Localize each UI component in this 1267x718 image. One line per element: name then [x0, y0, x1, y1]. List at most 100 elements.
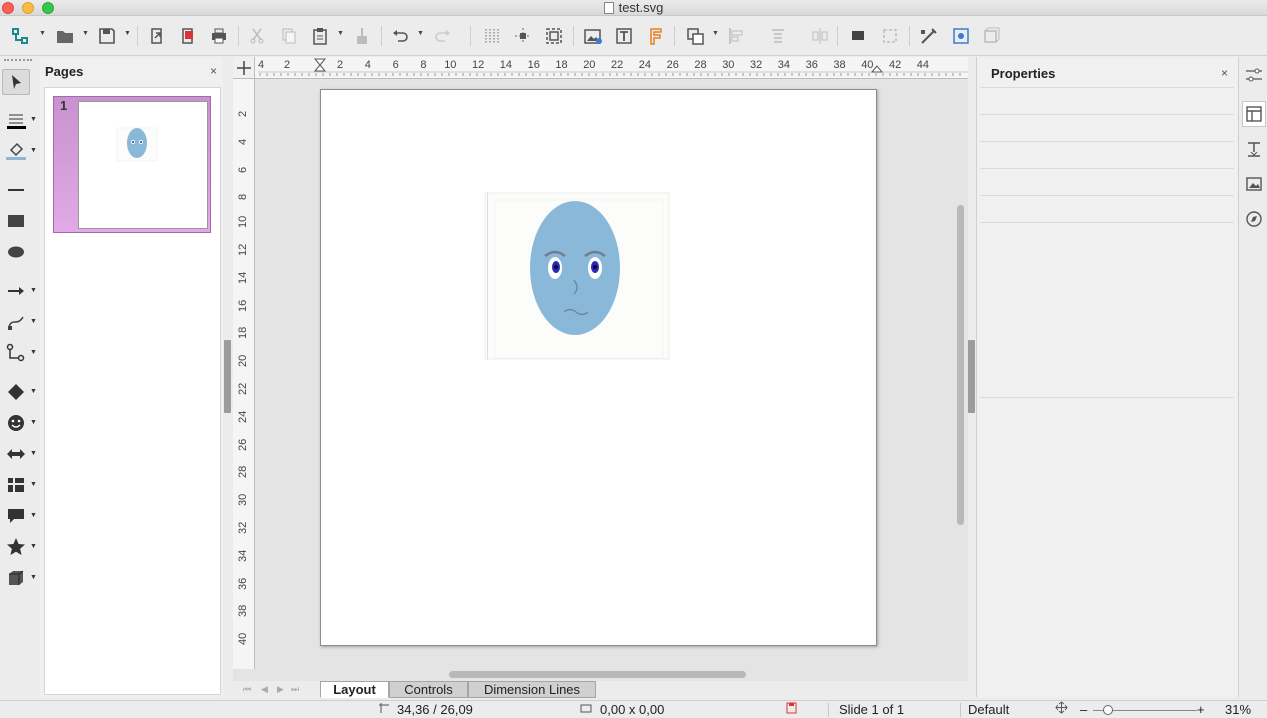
ruler-label: 8: [420, 59, 427, 71]
ruler-label: 28: [237, 466, 249, 479]
connector-icon[interactable]: [2, 340, 30, 366]
pages-panel: Pages × 1: [40, 57, 223, 697]
ruler-label: 20: [237, 354, 249, 368]
chevron-down-icon[interactable]: ▼: [712, 30, 720, 40]
export-icon[interactable]: [145, 24, 169, 48]
zoom-level[interactable]: 31%: [1225, 701, 1251, 718]
cursor-position: 34,36 / 26,09: [397, 702, 473, 717]
ruler-label: 42: [889, 59, 902, 71]
export-pdf-icon[interactable]: [176, 24, 200, 48]
flowchart-icon[interactable]: [2, 472, 30, 498]
print-icon[interactable]: [207, 24, 231, 48]
tab-controls[interactable]: Controls: [389, 681, 468, 698]
slide-thumbnail[interactable]: 1: [53, 96, 211, 233]
ruler-label: 16: [237, 299, 249, 312]
prev-tab-icon[interactable]: ◀: [261, 684, 268, 695]
zoom-slider-knob[interactable]: [1103, 705, 1113, 715]
sidebar-settings-icon[interactable]: [1242, 62, 1266, 88]
line-icon[interactable]: [2, 177, 30, 203]
undo-icon[interactable]: [388, 24, 412, 48]
zoom-in-button[interactable]: +: [1197, 701, 1205, 718]
ellipse-icon[interactable]: [2, 239, 30, 265]
chevron-down-icon[interactable]: ▼: [124, 30, 132, 40]
next-tab-icon[interactable]: ▶: [277, 684, 284, 695]
thumbnail-face-drawing: [116, 127, 158, 162]
shape-select-icon[interactable]: [8, 24, 32, 48]
properties-section[interactable]: [980, 87, 1234, 114]
chevron-down-icon[interactable]: ▼: [82, 30, 90, 40]
zoom-pan-icon[interactable]: [542, 24, 566, 48]
ruler-label: 4: [364, 59, 371, 71]
ruler-label: 8: [237, 194, 249, 201]
glue-points-icon[interactable]: [949, 24, 973, 48]
symbol-shapes-icon[interactable]: [2, 410, 30, 436]
chevron-down-icon[interactable]: ▼: [337, 30, 345, 40]
insert-textbox-icon[interactable]: [612, 24, 636, 48]
toggle-extrusion-icon: [980, 24, 1004, 48]
size-icon: [580, 701, 592, 718]
save-icon[interactable]: [95, 24, 119, 48]
slide-indicator: Slide 1 of 1: [839, 702, 905, 717]
ruler-label: 6: [237, 166, 249, 173]
properties-panel-close-icon[interactable]: ×: [1221, 66, 1228, 80]
left-panel-collapse-handle[interactable]: [224, 340, 231, 413]
ruler-label: 24: [638, 59, 652, 71]
properties-panel: Properties ×: [976, 57, 1238, 697]
open-icon[interactable]: [53, 24, 77, 48]
ruler-label: 40: [237, 632, 249, 646]
shadow-icon[interactable]: [846, 24, 870, 48]
navigator-deck-icon[interactable]: [1242, 206, 1266, 232]
copy-icon: [277, 24, 301, 48]
arrow-line-icon[interactable]: [2, 278, 30, 304]
insert-image-icon[interactable]: [581, 24, 605, 48]
block-arrows-icon[interactable]: [2, 441, 30, 467]
properties-section[interactable]: [980, 114, 1234, 141]
properties-section[interactable]: [980, 168, 1234, 195]
stars-icon[interactable]: [2, 534, 30, 560]
tab-dimension-lines[interactable]: Dimension Lines: [468, 681, 596, 698]
properties-deck-icon[interactable]: [1242, 101, 1266, 127]
drawing-canvas[interactable]: 4 2 2 4 6 8 10 12 14 16 18 20 22 24 26 28 30 32 34 36 38 40 42…: [233, 57, 968, 683]
ruler-label: 32: [237, 521, 249, 534]
grid-icon[interactable]: [480, 24, 504, 48]
styles-deck-icon[interactable]: [1242, 136, 1266, 162]
fontwork-icon[interactable]: [643, 24, 667, 48]
master-page-name[interactable]: Default: [968, 701, 1009, 718]
pages-panel-close-icon[interactable]: ×: [210, 64, 217, 78]
horizontal-ruler[interactable]: 4 2 2 4 6 8 10 12 14 16 18 20 22 24 26 28 30 32 34 36 38 40 42…: [255, 57, 968, 79]
callouts-icon[interactable]: [2, 503, 30, 529]
properties-section[interactable]: [980, 195, 1234, 222]
zoom-out-button[interactable]: –: [1080, 701, 1087, 718]
tab-layout[interactable]: Layout: [320, 681, 389, 698]
last-tab-icon[interactable]: ⏭: [291, 684, 299, 695]
select-icon[interactable]: [2, 69, 30, 95]
document-modified-icon[interactable]: [786, 701, 797, 718]
properties-section[interactable]: [980, 222, 1234, 397]
snap-guides-icon[interactable]: [511, 24, 535, 48]
curve-icon[interactable]: [2, 309, 30, 335]
points-icon[interactable]: [917, 24, 941, 48]
vertical-scrollbar[interactable]: [957, 205, 964, 525]
rectangle-icon[interactable]: [2, 208, 30, 234]
first-tab-icon[interactable]: ⏮: [243, 684, 251, 695]
transformations-icon[interactable]: [683, 24, 707, 48]
horizontal-scrollbar[interactable]: [449, 671, 746, 678]
fill-color-icon[interactable]: [2, 138, 30, 164]
basic-shapes-icon[interactable]: [2, 379, 30, 405]
chevron-down-icon[interactable]: ▼: [39, 30, 47, 40]
ruler-label: 12: [237, 243, 249, 256]
face-drawing[interactable]: [321, 90, 878, 647]
3d-objects-icon[interactable]: [2, 565, 30, 591]
gallery-deck-icon[interactable]: [1242, 171, 1266, 197]
vertical-ruler[interactable]: 2 4 6 8 10 12 14 16 18 20 22 24 26 28 30 32 34 36 38 40: [233, 79, 255, 669]
line-color-icon[interactable]: [2, 107, 30, 133]
right-panel-collapse-handle[interactable]: [968, 340, 975, 413]
fit-page-icon[interactable]: [1055, 701, 1068, 718]
ruler-label: 10: [237, 215, 249, 229]
properties-section[interactable]: [980, 141, 1234, 168]
pages-list: 1: [44, 87, 221, 695]
chevron-down-icon[interactable]: ▼: [417, 30, 425, 40]
properties-panel-title: Properties: [991, 66, 1056, 81]
paste-icon[interactable]: [308, 24, 332, 48]
drawing-page[interactable]: [320, 89, 877, 646]
